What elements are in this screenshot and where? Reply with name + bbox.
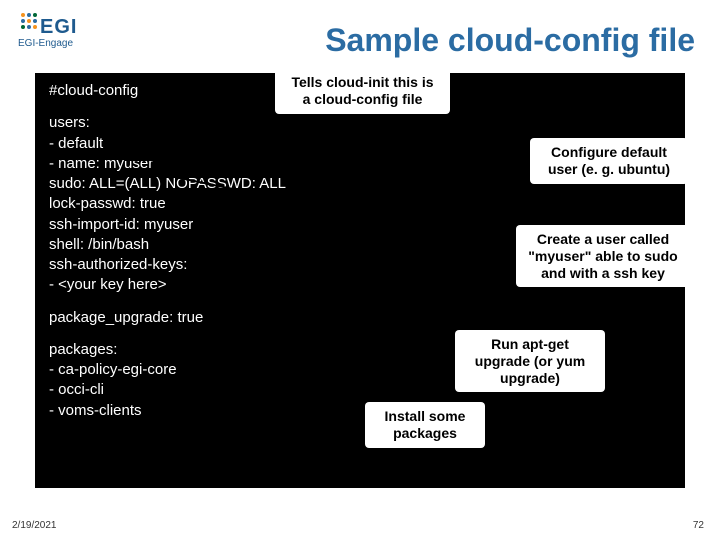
code-line: package_upgrade: true [49,308,671,328]
callout-text: upgrade) [465,370,595,387]
callout-text: Run apt-get [465,336,595,353]
logo-brand: EGI [40,16,77,39]
callout-text: Create a user called [526,231,680,248]
footer-date: 2/19/2021 [12,520,57,531]
callout-text: "myuser" able to sudo [526,248,680,265]
code-line: lock-passwd: true [49,194,671,214]
callout-text: and with a ssh key [526,265,680,282]
callout-default-user: Configure default user (e. g. ubuntu) [530,138,688,184]
callout-myuser: Create a user called "myuser" able to su… [516,225,690,287]
code-line: users: [49,113,671,133]
logo-sub: EGI-Engage [18,38,73,49]
callout-upgrade: Run apt-get upgrade (or yum upgrade) [455,330,605,392]
footer: 2/19/2021 72 [0,514,720,534]
logo: EGI EGI-Engage [10,8,80,58]
slide-title: Sample cloud-config file [325,22,695,59]
callout-text: a cloud-config file [285,91,440,108]
callout-text: Install some [375,408,475,425]
logo-dots-icon [18,10,40,36]
callout-packages: Install some packages [365,402,485,448]
callout-text: upgrade (or yum [465,353,595,370]
code-line: - voms-clients [49,401,671,421]
slide: EGI EGI-Engage Sample cloud-config file … [0,0,720,540]
callout-text: Tells cloud-init this is [285,74,440,91]
callout-text: packages [375,425,475,442]
callout-text: Configure default [540,144,678,161]
callout-text: user (e. g. ubuntu) [540,161,678,178]
callout-cloud-init: Tells cloud-init this is a cloud-config … [275,68,450,114]
page-number: 72 [693,520,704,531]
